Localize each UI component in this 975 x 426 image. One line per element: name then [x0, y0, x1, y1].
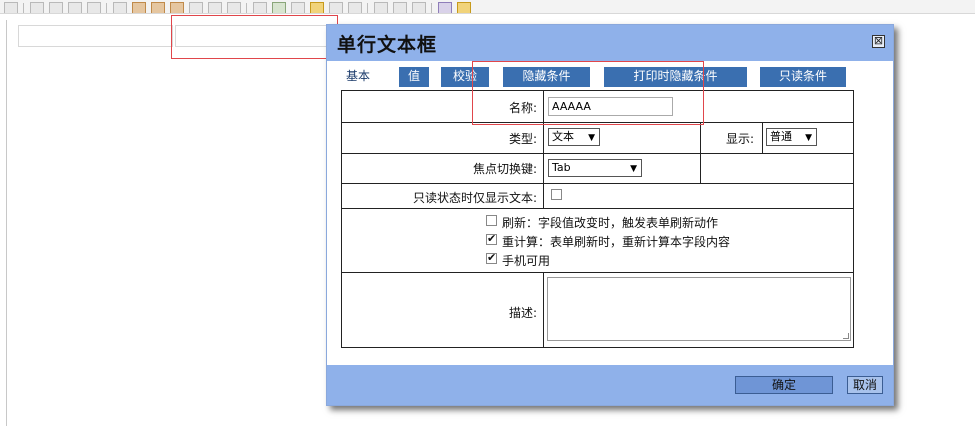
radio-icon[interactable] — [49, 2, 63, 13]
mobile-checkbox[interactable] — [486, 251, 497, 264]
editor-border — [6, 20, 7, 426]
row-divider — [342, 272, 853, 273]
resize-handle-icon[interactable] — [843, 333, 849, 339]
mobile-label: 手机可用 — [502, 254, 551, 268]
tab-hide-condition[interactable]: 隐藏条件 — [503, 67, 590, 87]
column-divider — [543, 91, 544, 208]
focus-key-label: 焦点切换键: — [472, 162, 537, 176]
grid-icon[interactable] — [113, 2, 127, 13]
tab-print-hide-condition[interactable]: 打印时隐藏条件 — [604, 67, 747, 87]
display-select-value: 普通 — [770, 130, 792, 143]
link-icon[interactable] — [189, 2, 203, 13]
tab-value[interactable]: 值 — [399, 67, 429, 87]
ok-button[interactable]: 确定 — [735, 376, 833, 394]
display-select[interactable]: 普通 ▼ — [766, 128, 817, 146]
editor-text-field[interactable] — [18, 25, 173, 47]
close-icon[interactable]: ⊠ — [872, 35, 885, 48]
chevron-down-icon: ▼ — [805, 133, 812, 143]
focus-key-select[interactable]: Tab ▼ — [548, 159, 642, 177]
recalc-checkbox[interactable] — [486, 232, 497, 245]
layout-icon[interactable] — [227, 2, 241, 13]
checkbox-icon[interactable] — [30, 2, 44, 13]
chevron-down-icon: ▼ — [630, 164, 637, 174]
highlight-icon[interactable] — [457, 2, 471, 13]
display-label: 显示: — [725, 132, 754, 146]
description-label: 描述: — [508, 306, 537, 320]
crop-icon[interactable] — [208, 2, 222, 13]
column-divider — [762, 122, 763, 153]
document-icon[interactable] — [291, 2, 305, 13]
font-color-icon[interactable] — [438, 2, 452, 13]
editor-toolbar — [0, 0, 975, 14]
type-select[interactable]: 文本 ▼ — [548, 128, 600, 146]
single-line-text-dialog: 单行文本框 ⊠ 基本 值 校验 隐藏条件 打印时隐藏条件 只读条件 名称: AA… — [326, 24, 894, 406]
type-select-value: 文本 — [552, 130, 574, 143]
refresh-label: 刷新：字段值改变时，触发表单刷新动作 — [502, 216, 719, 230]
name-input[interactable]: AAAAA — [548, 97, 673, 116]
tab-basic[interactable]: 基本 — [337, 67, 379, 87]
tag-icon[interactable] — [151, 2, 165, 13]
dialog-header: 单行文本框 ⊠ — [327, 25, 893, 61]
collapse-icon[interactable] — [4, 2, 18, 13]
toolbar-separator — [23, 3, 24, 13]
toolbar-separator — [106, 3, 107, 13]
focus-key-select-value: Tab — [552, 161, 571, 174]
toolbar-separator — [246, 3, 247, 13]
description-textarea[interactable] — [547, 277, 851, 341]
image-icon[interactable] — [272, 2, 286, 13]
refresh-checkbox[interactable] — [486, 215, 497, 226]
chain-icon[interactable] — [374, 2, 388, 13]
picture-icon[interactable] — [329, 2, 343, 13]
form-table: 名称: AAAAA 类型: 文本 ▼ 显示: 普通 ▼ 焦点切换键: Tab ▼… — [341, 90, 854, 348]
grid-orange-icon[interactable] — [170, 2, 184, 13]
tab-readonly-condition[interactable]: 只读条件 — [760, 67, 846, 87]
table-icon[interactable] — [87, 2, 101, 13]
textfield-icon[interactable] — [68, 2, 82, 13]
type-label: 类型: — [508, 132, 537, 146]
row-divider — [342, 153, 853, 154]
toolbar-separator — [367, 3, 368, 13]
column-divider — [543, 272, 544, 347]
clipboard-icon[interactable] — [310, 2, 324, 13]
name-label: 名称: — [508, 101, 537, 115]
frame-icon[interactable] — [348, 2, 362, 13]
readonly-text-checkbox[interactable] — [551, 189, 562, 200]
dialog-title: 单行文本框 — [337, 34, 438, 56]
row-divider — [342, 183, 853, 184]
row-divider — [342, 122, 853, 123]
unlink-icon[interactable] — [393, 2, 407, 13]
cancel-button[interactable]: 取消 — [847, 376, 883, 394]
toolbar-separator — [431, 3, 432, 13]
anchor-icon[interactable] — [412, 2, 426, 13]
editor-selected-text-field[interactable] — [175, 25, 327, 47]
recalc-label: 重计算：表单刷新时，重新计算本字段内容 — [502, 235, 731, 249]
chevron-down-icon: ▼ — [588, 133, 595, 143]
table-red-icon[interactable] — [132, 2, 146, 13]
row-divider — [342, 208, 853, 209]
readonly-text-label: 只读状态时仅显示文本: — [412, 191, 537, 205]
dialog-footer: 确定 取消 — [327, 365, 893, 405]
dialog-tabs: 基本 值 校验 隐藏条件 打印时隐藏条件 只读条件 — [337, 67, 887, 87]
tab-validation[interactable]: 校验 — [441, 67, 489, 87]
pencil-icon[interactable] — [253, 2, 267, 13]
column-divider — [700, 122, 701, 183]
